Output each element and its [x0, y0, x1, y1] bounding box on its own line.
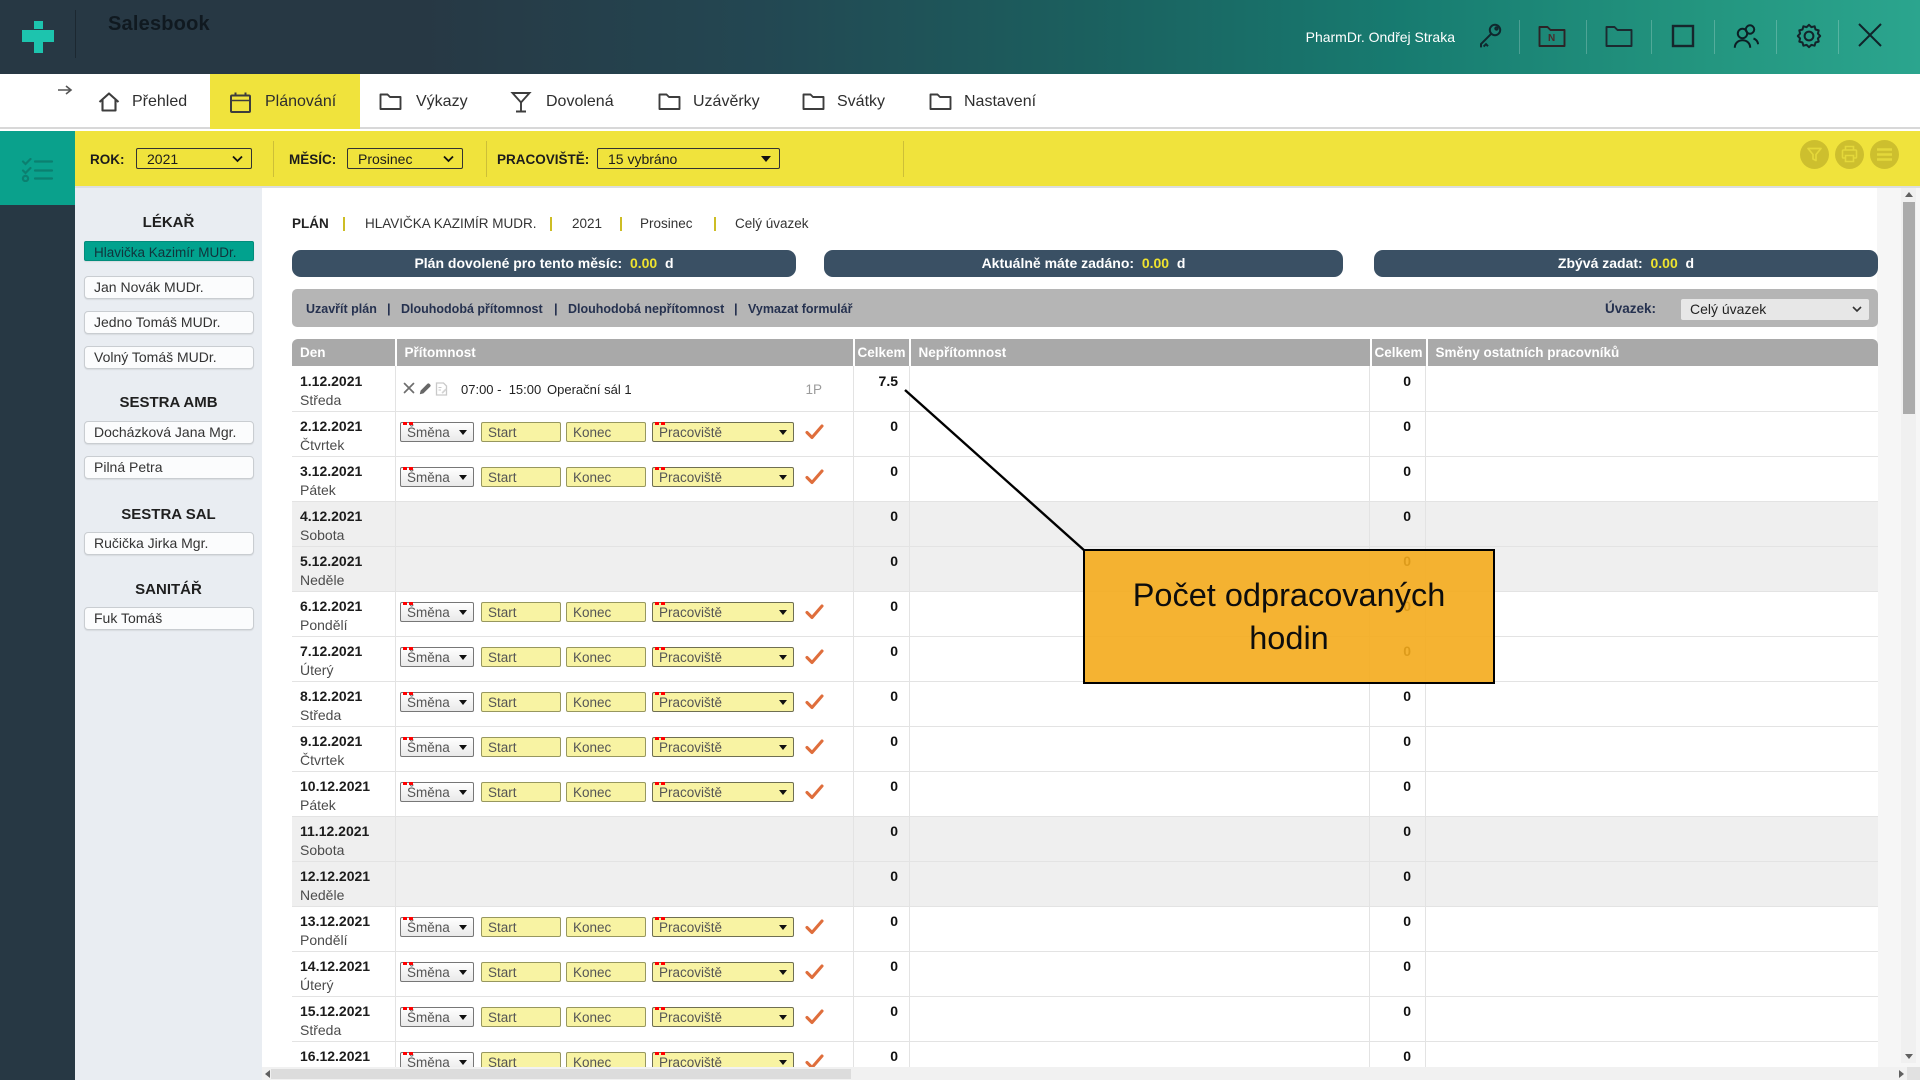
- svg-text:N: N: [1548, 33, 1555, 44]
